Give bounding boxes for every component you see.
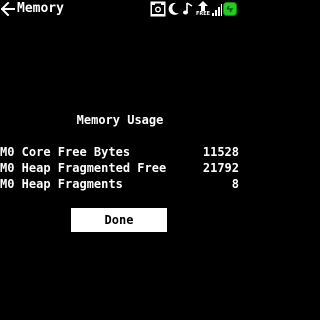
stat-label: M0 Heap Fragments	[0, 177, 123, 191]
done-button[interactable]: Done	[71, 208, 167, 232]
back-button[interactable]	[0, 0, 15, 18]
stat-row-heap-fragments: M0 Heap Fragments 8	[0, 176, 240, 192]
stat-label: M0 Heap Fragmented Free	[0, 161, 167, 175]
moon-icon[interactable]	[167, 1, 181, 17]
stat-value: 8	[231, 177, 239, 191]
upload-free-icon[interactable]: FREE	[195, 1, 211, 17]
stat-row-core-free-bytes: M0 Core Free Bytes 11528	[0, 144, 240, 160]
stat-label: M0 Core Free Bytes	[0, 145, 131, 159]
battery-charging-icon	[223, 1, 239, 17]
status-icons: FREE	[150, 1, 239, 17]
back-arrow-icon	[1, 2, 15, 16]
stat-value: 11528	[202, 145, 239, 159]
app-title: Memory	[17, 1, 64, 16]
signal-icon[interactable]	[212, 1, 222, 17]
memory-stats-list: M0 Core Free Bytes 11528 M0 Heap Fragmen…	[0, 144, 240, 192]
music-note-icon[interactable]	[182, 1, 194, 17]
status-bar: Memory FREE	[0, 0, 240, 18]
stat-value: 21792	[202, 161, 239, 175]
dialog-title: Memory Usage	[76, 113, 164, 127]
free-label: FREE	[195, 11, 211, 17]
camera-icon[interactable]	[150, 1, 166, 17]
stat-row-heap-fragmented-free: M0 Heap Fragmented Free 21792	[0, 160, 240, 176]
